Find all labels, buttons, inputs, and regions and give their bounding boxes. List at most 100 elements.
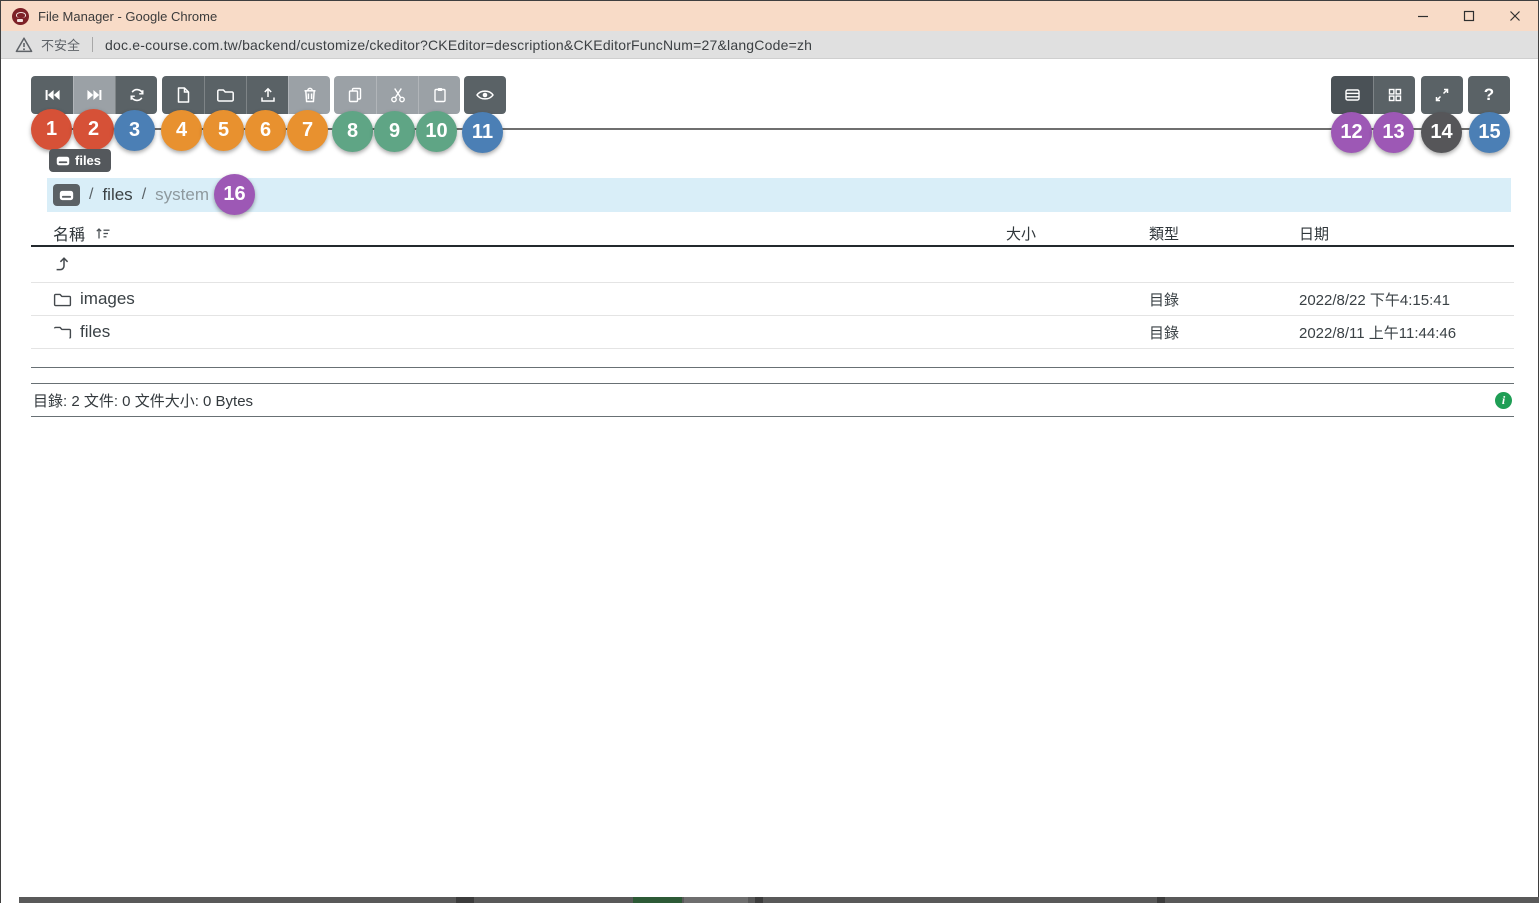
scissors-icon xyxy=(389,86,407,104)
fullscreen-icon xyxy=(1433,86,1451,104)
trash-icon xyxy=(301,86,319,104)
new-folder-icon xyxy=(216,86,235,104)
som-badge-16[interactable]: 16 xyxy=(214,174,255,215)
paste-button[interactable] xyxy=(418,76,460,114)
maximize-button[interactable] xyxy=(1446,1,1492,31)
som-badge-8[interactable]: 8 xyxy=(332,111,373,152)
som-badge-15[interactable]: 15 xyxy=(1469,112,1510,153)
taskbar-segment xyxy=(456,897,474,903)
table-bottom-border xyxy=(31,367,1514,368)
tooltip-text: files xyxy=(75,153,101,168)
breadcrumb-segment-files[interactable]: files xyxy=(102,185,132,205)
help-icon: ? xyxy=(1484,85,1494,105)
toolbar-preview-group xyxy=(464,76,506,114)
maximize-icon xyxy=(1463,10,1475,22)
url-text: doc.e-course.com.tw/backend/customize/ck… xyxy=(105,37,812,53)
breadcrumb-separator: / xyxy=(142,186,146,204)
som-badge-13[interactable]: 13 xyxy=(1373,112,1414,153)
close-icon xyxy=(1509,10,1521,22)
file-date: 2022/8/22 下午4:15:41 xyxy=(1299,289,1514,310)
window-controls xyxy=(1400,1,1538,31)
fullscreen-button[interactable] xyxy=(1421,76,1463,114)
toolbar-file-group xyxy=(162,76,330,114)
column-header-date[interactable]: 日期 xyxy=(1299,223,1514,244)
folder-icon xyxy=(53,291,72,308)
address-bar[interactable]: 不安全 doc.e-course.com.tw/backend/customiz… xyxy=(1,31,1538,59)
copy-button[interactable] xyxy=(334,76,376,114)
column-header-name[interactable]: 名稱 xyxy=(31,221,1006,245)
sort-ascending-icon xyxy=(95,226,111,241)
folder-icon xyxy=(53,324,72,341)
table-row-parent-dir[interactable] xyxy=(31,247,1514,283)
toolbar-help-group: ? xyxy=(1468,76,1510,114)
status-bar: 目錄: 2 文件: 0 文件大小: 0 Bytes i xyxy=(31,383,1514,417)
som-badge-5[interactable]: 5 xyxy=(203,110,244,151)
toolbar-clipboard-group xyxy=(334,76,460,114)
column-header-size[interactable]: 大小 xyxy=(1006,223,1149,244)
som-badge-9[interactable]: 9 xyxy=(374,111,415,152)
file-name: images xyxy=(80,289,135,309)
som-badge-12[interactable]: 12 xyxy=(1331,112,1372,153)
taskbar-segment xyxy=(633,897,682,903)
help-button[interactable]: ? xyxy=(1468,76,1510,114)
site-favicon-icon xyxy=(12,8,29,25)
som-badge-3[interactable]: 3 xyxy=(114,110,155,151)
som-badge-7[interactable]: 7 xyxy=(287,110,328,151)
file-type: 目錄 xyxy=(1149,322,1299,343)
new-file-button[interactable] xyxy=(162,76,204,114)
upload-button[interactable] xyxy=(246,76,288,114)
minimize-button[interactable] xyxy=(1400,1,1446,31)
grid-view-button[interactable] xyxy=(1373,76,1415,114)
minimize-icon xyxy=(1417,10,1429,22)
title-bar: File Manager - Google Chrome xyxy=(1,0,1538,31)
som-badge-11[interactable]: 11 xyxy=(462,112,503,153)
address-separator xyxy=(92,37,93,52)
level-up-icon xyxy=(53,255,72,274)
preview-button[interactable] xyxy=(464,76,506,114)
eye-icon xyxy=(475,86,495,104)
file-name: files xyxy=(80,322,110,342)
som-badge-6[interactable]: 6 xyxy=(245,110,286,151)
taskbar-sliver[interactable] xyxy=(19,897,1539,903)
info-icon[interactable]: i xyxy=(1495,392,1512,409)
taskbar-segment xyxy=(1157,897,1165,903)
list-view-icon xyxy=(1343,86,1362,104)
toolbar-view-group xyxy=(1331,76,1415,114)
file-table: 名稱 大小 類型 日期 images 目錄 2022/8/22 下午4:15:4… xyxy=(31,221,1514,349)
breadcrumb-home-button[interactable] xyxy=(53,184,80,206)
new-file-icon xyxy=(174,86,192,104)
drive-icon xyxy=(59,189,74,202)
taskbar-segment xyxy=(755,897,763,903)
column-header-type[interactable]: 類型 xyxy=(1149,223,1299,244)
list-view-button[interactable] xyxy=(1331,76,1373,114)
som-badge-2[interactable]: 2 xyxy=(73,109,114,150)
taskbar-segment xyxy=(684,897,748,903)
grid-view-icon xyxy=(1386,86,1404,104)
volume-tooltip: files xyxy=(49,149,111,172)
reload-icon xyxy=(128,86,146,104)
new-folder-button[interactable] xyxy=(204,76,246,114)
som-badge-14[interactable]: 14 xyxy=(1421,112,1462,153)
som-badge-1[interactable]: 1 xyxy=(31,109,72,150)
som-badge-4[interactable]: 4 xyxy=(161,110,202,151)
browser-window: File Manager - Google Chrome 不安全 doc.e-c… xyxy=(0,0,1539,903)
breadcrumb-separator: / xyxy=(89,186,93,204)
table-row-files[interactable]: files 目錄 2022/8/11 上午11:44:46 xyxy=(31,316,1514,349)
warning-icon xyxy=(15,36,33,54)
file-date: 2022/8/11 上午11:44:46 xyxy=(1299,322,1514,343)
toolbar-fullscreen-group xyxy=(1421,76,1463,114)
som-badge-10[interactable]: 10 xyxy=(416,111,457,152)
breadcrumb-segment-system: system xyxy=(155,185,209,205)
table-header-row: 名稱 大小 類型 日期 xyxy=(31,221,1514,247)
cut-button[interactable] xyxy=(376,76,418,114)
security-label: 不安全 xyxy=(41,35,80,54)
table-row-images[interactable]: images 目錄 2022/8/22 下午4:15:41 xyxy=(31,283,1514,316)
delete-button[interactable] xyxy=(288,76,330,114)
reload-button[interactable] xyxy=(115,76,157,114)
clipboard-icon xyxy=(431,86,449,104)
copy-icon xyxy=(346,86,364,104)
drive-icon xyxy=(56,155,70,167)
skip-back-icon xyxy=(43,86,61,104)
upload-icon xyxy=(259,86,277,104)
close-button[interactable] xyxy=(1492,1,1538,31)
